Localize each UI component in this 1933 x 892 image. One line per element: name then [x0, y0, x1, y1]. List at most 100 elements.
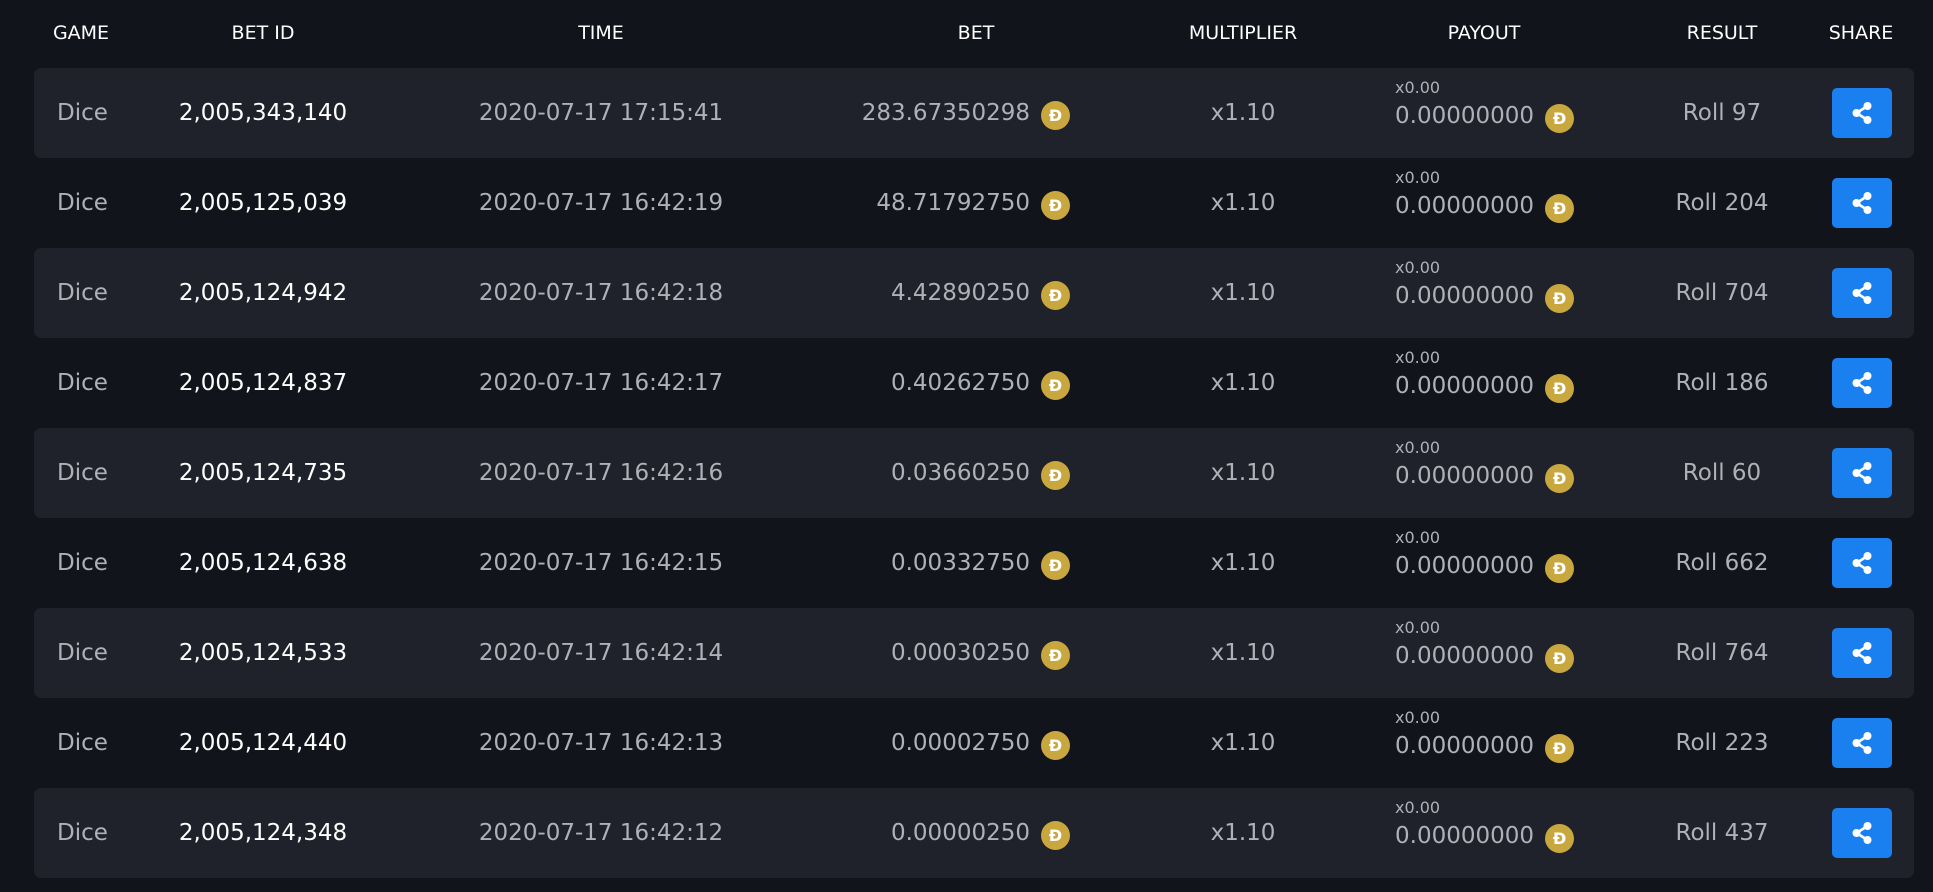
dogecoin-icon: Ð: [1041, 460, 1070, 490]
payout-amount: 0.00000000: [1395, 283, 1535, 309]
share-icon: [1852, 102, 1872, 124]
multiplier-cell: x1.10: [1210, 370, 1276, 396]
header-bet-id: BET ID: [231, 22, 295, 44]
result-cell: Roll 223: [1675, 730, 1769, 756]
dogecoin-icon: Ð: [1545, 373, 1575, 403]
bet-cell: 0.00000250 Ð: [891, 788, 1070, 878]
payout-amount: 0.00000000: [1395, 463, 1535, 489]
bet-amount: 0.00030250: [890, 640, 1030, 666]
bet-id-cell[interactable]: 2,005,125,039: [179, 158, 347, 248]
payout-value: 0.00000000 Ð: [1395, 98, 1575, 134]
share-button[interactable]: [1832, 178, 1892, 228]
bets-table: GAME BET ID TIME BET MULTIPLIER PAYOUT R…: [0, 0, 1933, 892]
bet-id-cell[interactable]: 2,005,124,735: [179, 428, 347, 518]
result-cell: Roll 704: [1675, 280, 1769, 306]
payout-cell: x0.00 0.00000000 Ð: [1395, 608, 1595, 698]
result-cell: Roll 186: [1675, 370, 1769, 396]
table-row: Dice 2,005,343,140 2020-07-17 17:15:41 2…: [34, 68, 1914, 158]
bet-id-cell[interactable]: 2,005,124,533: [179, 608, 347, 698]
bet-id-cell[interactable]: 2,005,124,638: [179, 518, 347, 608]
share-icon: [1852, 192, 1872, 214]
time-cell: 2020-07-17 17:15:41: [478, 100, 724, 126]
game-cell: Dice: [57, 820, 108, 846]
result-cell: Roll 97: [1682, 100, 1762, 126]
bet-cell: 0.00332750 Ð: [891, 518, 1070, 608]
payout-amount: 0.00000000: [1395, 733, 1535, 759]
payout-cell: x0.00 0.00000000 Ð: [1395, 158, 1595, 248]
share-button[interactable]: [1832, 628, 1892, 678]
payout-cell: x0.00 0.00000000 Ð: [1395, 248, 1595, 338]
bet-amount: 0.00332750: [890, 550, 1030, 576]
dogecoin-icon: Ð: [1041, 730, 1070, 760]
bet-id-cell[interactable]: 2,005,124,837: [179, 338, 347, 428]
header-share: SHARE: [1828, 22, 1894, 44]
dogecoin-icon: Ð: [1545, 733, 1575, 763]
bet-id-cell[interactable]: 2,005,124,440: [179, 698, 347, 788]
table-header: GAME BET ID TIME BET MULTIPLIER PAYOUT R…: [0, 0, 1933, 64]
dogecoin-icon: Ð: [1041, 370, 1070, 400]
game-cell: Dice: [57, 100, 108, 126]
table-row: Dice 2,005,124,638 2020-07-17 16:42:15 0…: [34, 518, 1914, 608]
game-cell: Dice: [57, 730, 108, 756]
table-row: Dice 2,005,124,735 2020-07-17 16:42:16 0…: [34, 428, 1914, 518]
bet-cell: 0.03660250 Ð: [891, 428, 1070, 518]
bet-amount: 0.00000250: [890, 820, 1030, 846]
bet-amount: 0.40262750: [890, 370, 1030, 396]
time-cell: 2020-07-17 16:42:19: [478, 190, 724, 216]
dogecoin-icon: Ð: [1041, 640, 1070, 670]
time-cell: 2020-07-17 16:42:13: [478, 730, 724, 756]
dogecoin-icon: Ð: [1545, 643, 1575, 673]
payout-amount: 0.00000000: [1395, 103, 1535, 129]
dogecoin-icon: Ð: [1545, 283, 1575, 313]
payout-value: 0.00000000 Ð: [1395, 278, 1575, 314]
game-cell: Dice: [57, 370, 108, 396]
share-button[interactable]: [1832, 538, 1892, 588]
multiplier-cell: x1.10: [1210, 100, 1276, 126]
share-button[interactable]: [1832, 358, 1892, 408]
payout-value: 0.00000000 Ð: [1395, 458, 1575, 494]
game-cell: Dice: [57, 280, 108, 306]
share-button[interactable]: [1832, 808, 1892, 858]
payout-cell: x0.00 0.00000000 Ð: [1395, 518, 1595, 608]
payout-amount: 0.00000000: [1395, 553, 1535, 579]
share-button[interactable]: [1832, 88, 1892, 138]
share-button[interactable]: [1832, 448, 1892, 498]
bet-id-cell[interactable]: 2,005,124,348: [179, 788, 347, 878]
multiplier-cell: x1.10: [1210, 190, 1276, 216]
payout-multiplier: x0.00: [1395, 798, 1441, 817]
payout-cell: x0.00 0.00000000 Ð: [1395, 698, 1595, 788]
bet-cell: 48.71792750 Ð: [876, 158, 1070, 248]
share-button[interactable]: [1832, 268, 1892, 318]
payout-value: 0.00000000 Ð: [1395, 548, 1575, 584]
dogecoin-icon: Ð: [1041, 550, 1070, 580]
payout-multiplier: x0.00: [1395, 528, 1441, 547]
game-cell: Dice: [57, 460, 108, 486]
multiplier-cell: x1.10: [1210, 280, 1276, 306]
bet-amount: 0.00002750: [890, 730, 1030, 756]
payout-value: 0.00000000 Ð: [1395, 818, 1575, 854]
bet-amount: 48.71792750: [876, 190, 1030, 216]
dogecoin-icon: Ð: [1545, 463, 1575, 493]
share-icon: [1852, 282, 1872, 304]
payout-cell: x0.00 0.00000000 Ð: [1395, 338, 1595, 428]
payout-cell: x0.00 0.00000000 Ð: [1395, 68, 1595, 158]
dogecoin-icon: Ð: [1545, 823, 1575, 853]
game-cell: Dice: [57, 550, 108, 576]
bet-id-cell[interactable]: 2,005,124,942: [179, 248, 347, 338]
share-button[interactable]: [1832, 718, 1892, 768]
payout-multiplier: x0.00: [1395, 708, 1441, 727]
payout-cell: x0.00 0.00000000 Ð: [1395, 428, 1595, 518]
bet-amount: 0.03660250: [890, 460, 1030, 486]
payout-amount: 0.00000000: [1395, 193, 1535, 219]
result-cell: Roll 204: [1675, 190, 1769, 216]
payout-value: 0.00000000 Ð: [1395, 188, 1575, 224]
bet-amount: 283.67350298: [861, 100, 1030, 126]
dogecoin-icon: Ð: [1041, 190, 1070, 220]
table-row: Dice 2,005,125,039 2020-07-17 16:42:19 4…: [34, 158, 1914, 248]
payout-multiplier: x0.00: [1395, 78, 1441, 97]
bet-id-cell[interactable]: 2,005,343,140: [179, 68, 347, 158]
payout-amount: 0.00000000: [1395, 643, 1535, 669]
bet-cell: 0.00002750 Ð: [891, 698, 1070, 788]
game-cell: Dice: [57, 640, 108, 666]
dogecoin-icon: Ð: [1545, 553, 1575, 583]
